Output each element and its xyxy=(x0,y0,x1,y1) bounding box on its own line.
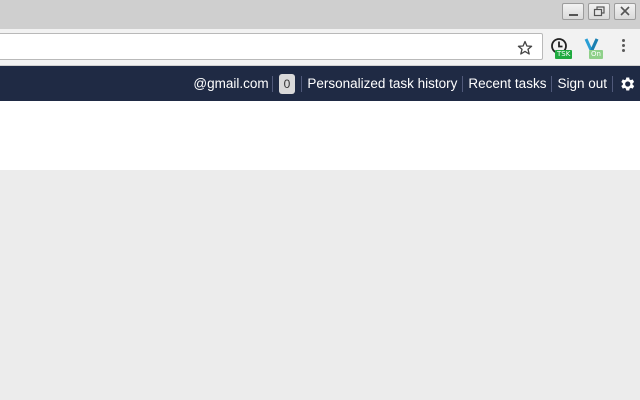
site-header: @gmail.com 0 Personalized task history R… xyxy=(0,66,640,101)
divider xyxy=(551,75,553,92)
gear-icon[interactable] xyxy=(618,75,636,93)
extension-v-button[interactable]: On xyxy=(583,37,607,61)
close-icon xyxy=(620,6,630,16)
divider xyxy=(612,75,613,92)
window-titlebar xyxy=(0,0,640,29)
minimize-icon xyxy=(569,14,578,16)
page-content-top xyxy=(0,101,640,170)
restore-button[interactable] xyxy=(588,3,610,20)
close-button[interactable] xyxy=(614,3,636,20)
personalized-task-history-link[interactable]: Personalized task history xyxy=(307,76,457,91)
restore-icon xyxy=(593,6,605,17)
extension-badge: On xyxy=(589,50,603,59)
browser-toolbar: TSK On xyxy=(0,29,640,66)
user-email: @gmail.com xyxy=(193,76,269,91)
header-nav: @gmail.com 0 Personalized task history R… xyxy=(193,66,636,101)
page-content-body xyxy=(0,170,640,400)
divider xyxy=(271,75,273,92)
star-icon[interactable] xyxy=(517,40,533,56)
extension-badge: TSK xyxy=(555,50,573,59)
sign-out-link[interactable]: Sign out xyxy=(557,76,607,91)
extension-tsk-button[interactable]: TSK xyxy=(550,37,574,61)
divider xyxy=(462,75,464,92)
divider xyxy=(301,75,303,92)
kebab-menu-icon[interactable] xyxy=(618,39,628,57)
notification-count-badge[interactable]: 0 xyxy=(278,73,296,94)
recent-tasks-link[interactable]: Recent tasks xyxy=(468,76,546,91)
address-bar[interactable] xyxy=(0,33,543,60)
minimize-button[interactable] xyxy=(562,3,584,20)
